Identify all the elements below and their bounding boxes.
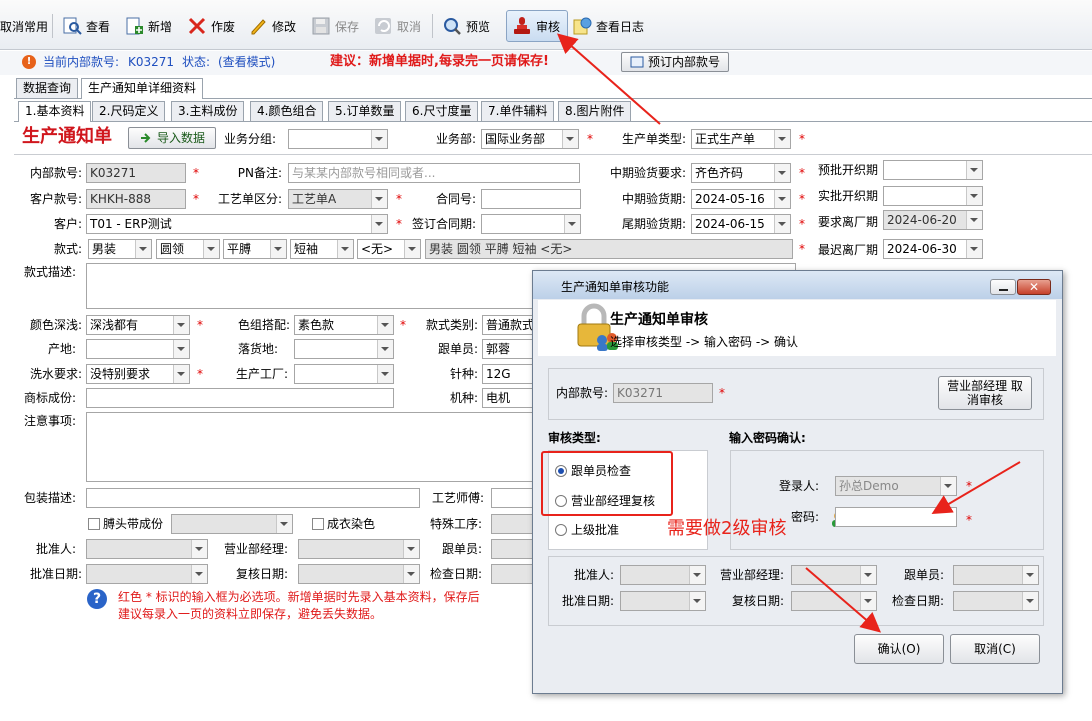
arrow-to-audit xyxy=(556,33,661,125)
annotation-arrows xyxy=(556,33,1021,633)
